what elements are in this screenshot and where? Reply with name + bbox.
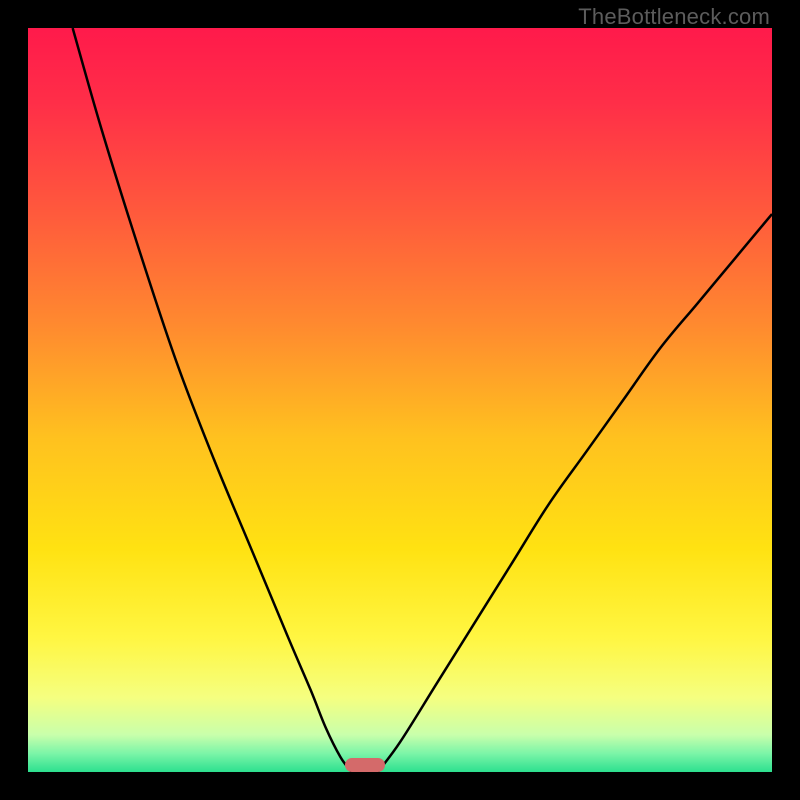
gradient-background: [28, 28, 772, 772]
chart-svg: [28, 28, 772, 772]
bottleneck-marker: [345, 758, 385, 772]
watermark-text: TheBottleneck.com: [578, 4, 770, 30]
chart-frame: [28, 28, 772, 772]
